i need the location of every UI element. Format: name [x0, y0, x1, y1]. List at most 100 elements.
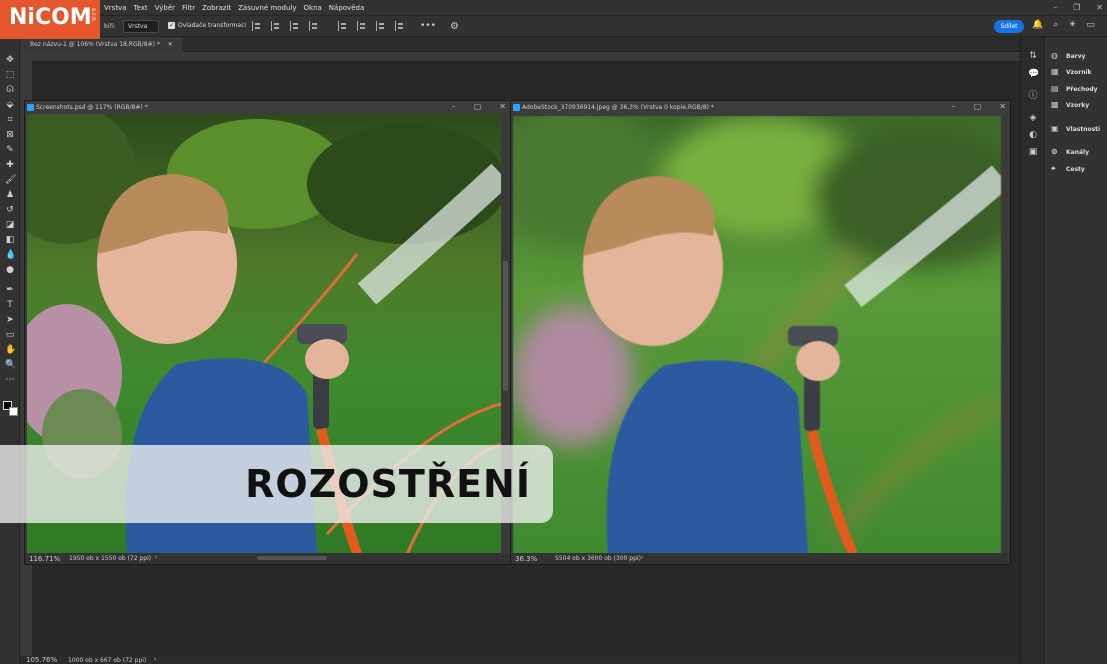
transform-controls-checkbox[interactable]: ✓ Ovladače transformací — [168, 22, 246, 29]
close-tab-icon[interactable]: ✕ — [168, 41, 173, 48]
menu-zasuvne-moduly[interactable]: Zásuvné moduly — [238, 4, 296, 12]
document-tab-strip: Bez názvu-1 @ 106% (Vrstva 18,RGB/8#) * … — [20, 37, 1020, 52]
type-tool-icon[interactable]: T — [5, 300, 15, 310]
search-icon[interactable]: ⌕ — [1053, 20, 1058, 30]
rectangle-tool-icon[interactable]: ▭ — [5, 330, 15, 340]
panel-vlastnosti[interactable]: ▣ Vlastnosti — [1051, 125, 1100, 133]
layers-icon[interactable]: ◈ — [1028, 113, 1038, 123]
tools-panel-icon[interactable]: ⇅ — [1028, 51, 1038, 61]
move-tool-icon[interactable]: ✥ — [5, 55, 15, 65]
align-center-icon[interactable] — [271, 21, 280, 31]
align-top-icon[interactable] — [338, 21, 347, 31]
panel-vzorky[interactable]: ▩ Vzorky — [1051, 101, 1089, 109]
comments-icon[interactable]: 💬 — [1028, 69, 1039, 79]
distribute-icon[interactable] — [395, 21, 404, 31]
align-right-icon[interactable] — [290, 21, 299, 31]
window-controls: – ❐ ✕ — [1053, 0, 1103, 15]
patterns-icon: ▩ — [1051, 100, 1059, 109]
banner-title: ROZOSTŘENÍ — [245, 462, 531, 506]
eyedropper-icon[interactable]: ✎ — [5, 145, 15, 155]
close-icon[interactable]: ✕ — [499, 102, 506, 111]
right-window-title-bar[interactable]: AdobeStock_370936914.jpeg @ 36,3% (Vrstv… — [511, 101, 1010, 114]
horizontal-scrollbar[interactable] — [257, 556, 327, 560]
logo-text: NiCOM — [9, 5, 92, 30]
right-window-controls: – ▢ ✕ — [952, 102, 1006, 111]
blur-tool-icon[interactable]: 💧 — [5, 250, 16, 260]
brush-tool-icon[interactable]: 🖌 — [5, 175, 16, 185]
adjustments-icon[interactable]: ◐ — [1028, 130, 1038, 140]
marquee-tool-icon[interactable]: ⬚ — [5, 70, 15, 80]
gradient-tool-icon[interactable]: ◧ — [5, 235, 15, 245]
align-bottom-icon[interactable] — [376, 21, 385, 31]
menu-zobrazit[interactable]: Zobrazit — [202, 4, 231, 12]
pen-tool-icon[interactable]: ✒ — [5, 285, 15, 295]
lasso-tool-icon[interactable]: ᘏ — [5, 85, 15, 95]
vertical-scrollbar[interactable] — [503, 261, 508, 391]
lightbulb-icon[interactable]: ☀ — [1068, 20, 1076, 30]
quick-select-icon[interactable]: ⬙ — [5, 100, 15, 110]
align-left-icon[interactable] — [252, 21, 261, 31]
history-brush-icon[interactable]: ↺ — [5, 205, 15, 215]
menu-bar: Vrstva Text Výběr Filtr Zobrazit Zásuvné… — [0, 0, 1107, 15]
info-icon[interactable]: ⓘ — [1028, 91, 1038, 101]
main-status-bar: 105.76% 1000 ob x 667 ob (72 ppi) › — [20, 656, 1020, 664]
chevron-right-icon[interactable]: › — [641, 554, 643, 561]
menu-napoveda[interactable]: Nápověda — [329, 4, 364, 12]
left-window-title-bar[interactable]: Screenshots.psd @ 117% (RGB/8#) * – ▢ ✕ — [25, 101, 510, 114]
dodge-tool-icon[interactable]: ● — [5, 265, 15, 275]
chevron-right-icon[interactable]: › — [155, 554, 157, 561]
align-middle-icon[interactable] — [357, 21, 366, 31]
panel-vzornik-label: Vzorník — [1066, 68, 1092, 76]
gear-icon[interactable]: ⚙ — [450, 21, 459, 32]
stamp-tool-icon[interactable]: ♟ — [5, 190, 15, 200]
hand-tool-icon[interactable]: ✋ — [5, 345, 16, 355]
libraries-icon[interactable]: ▣ — [1028, 147, 1038, 157]
auto-select-dropdown[interactable]: Vrstva — [123, 20, 159, 33]
right-zoom-level[interactable]: 36.3% — [515, 555, 537, 563]
logo-suffix: s.r.o. — [90, 8, 97, 23]
share-button[interactable]: Sdílet — [994, 20, 1024, 33]
gradients-icon: ▤ — [1051, 84, 1059, 93]
workspace-icon[interactable]: ▭ — [1086, 20, 1095, 30]
panel-barvy[interactable]: ◍ Barvy — [1051, 52, 1085, 60]
panel-cesty[interactable]: ⌖ Cesty — [1051, 165, 1085, 173]
chevron-right-icon[interactable]: › — [154, 656, 156, 663]
right-document-window: AdobeStock_370936914.jpeg @ 36,3% (Vrstv… — [510, 100, 1011, 565]
frame-tool-icon[interactable]: ⊠ — [5, 130, 15, 140]
healing-brush-icon[interactable]: ✚ — [5, 160, 15, 170]
minimize-icon[interactable]: – — [1053, 3, 1057, 12]
close-icon[interactable]: ✕ — [1096, 3, 1103, 12]
restore-icon[interactable]: ❐ — [1073, 3, 1080, 12]
properties-icon: ▣ — [1051, 124, 1059, 133]
background-color-swatch[interactable] — [9, 407, 18, 416]
main-zoom-level[interactable]: 105.76% — [26, 656, 57, 664]
panel-prechody[interactable]: ▤ Přechody — [1051, 85, 1098, 93]
paths-icon: ⌖ — [1051, 164, 1056, 173]
more-tools-icon[interactable]: ⋯ — [5, 375, 15, 385]
minimize-icon[interactable]: – — [452, 102, 456, 111]
options-bar: bíři: Vrstva ✓ Ovladače transformací •••… — [0, 15, 1107, 37]
maximize-icon[interactable]: ▢ — [974, 102, 982, 111]
left-zoom-level[interactable]: 116.71% — [29, 555, 60, 563]
panel-kanaly[interactable]: ⊚ Kanály — [1051, 148, 1089, 156]
crop-tool-icon[interactable]: ⌗ — [5, 115, 15, 125]
minimize-icon[interactable]: – — [952, 102, 956, 111]
document-tab[interactable]: Bez názvu-1 @ 106% (Vrstva 18,RGB/8#) * … — [20, 37, 183, 52]
menu-filtr[interactable]: Filtr — [182, 4, 195, 12]
eraser-tool-icon[interactable]: ◪ — [5, 220, 15, 230]
maximize-icon[interactable]: ▢ — [474, 102, 482, 111]
menu-text[interactable]: Text — [134, 4, 148, 12]
close-icon[interactable]: ✕ — [999, 102, 1006, 111]
align-justify-icon[interactable] — [309, 21, 318, 31]
menu-vrstva[interactable]: Vrstva — [104, 4, 127, 12]
menu-okna[interactable]: Okna — [304, 4, 322, 12]
panels-column: ◍ Barvy ▦ Vzorník ▤ Přechody ▩ Vzorky ▣ Vlast… — [1044, 37, 1107, 664]
panel-vzornik[interactable]: ▦ Vzorník — [1051, 68, 1092, 76]
menu-vyber[interactable]: Výběr — [155, 4, 175, 12]
panel-vlastnosti-label: Vlastnosti — [1066, 125, 1101, 133]
zoom-tool-icon[interactable]: 🔍 — [5, 360, 16, 370]
path-select-icon[interactable]: ➤ — [5, 315, 15, 325]
more-options-icon[interactable]: ••• — [420, 21, 436, 32]
ps-file-icon — [513, 104, 520, 111]
bell-icon[interactable]: 🔔 — [1032, 20, 1043, 30]
